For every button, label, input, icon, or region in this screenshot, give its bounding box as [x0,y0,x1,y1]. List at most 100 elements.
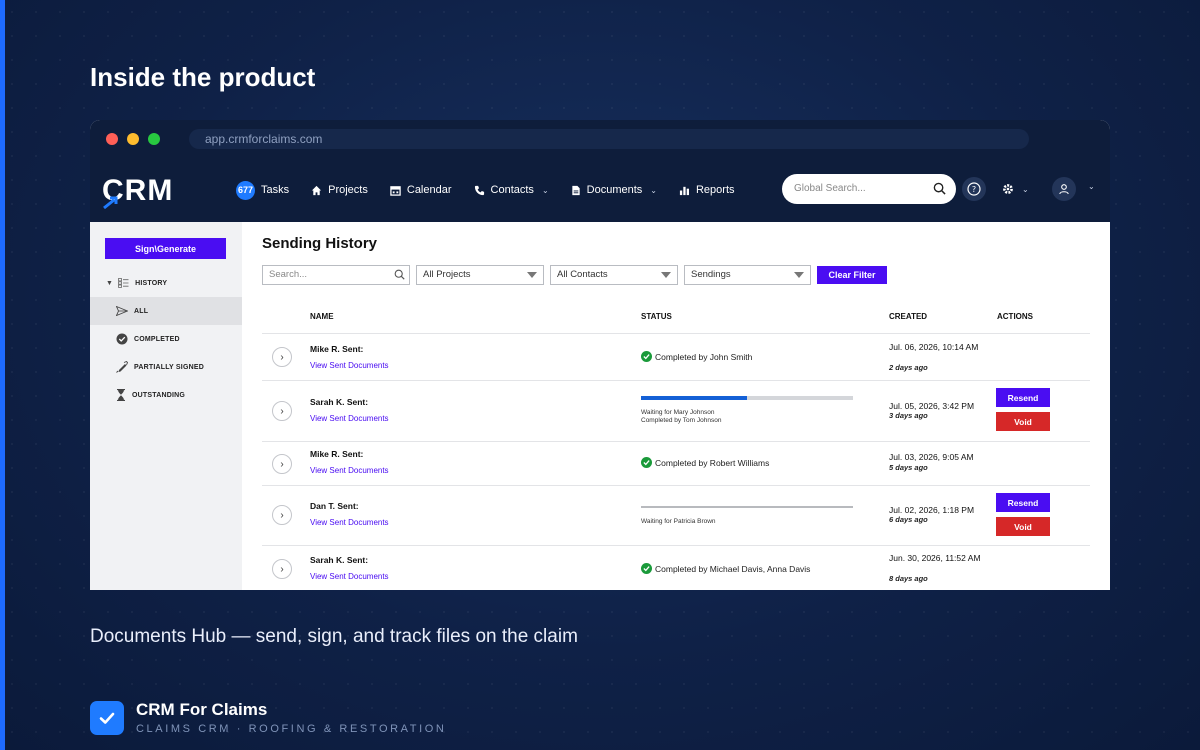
nav-projects-label: Projects [328,184,368,196]
column-header-status: STATUS [641,312,672,321]
maximize-window-button[interactable] [148,133,160,145]
row-status-text: Completed by Michael Davis, Anna Davis [655,563,811,574]
row-created-date: Jul. 03, 2026, 9:05 AM [889,452,974,462]
history-search-input[interactable]: Search... [262,265,410,285]
slide-headline: Inside the product [90,62,316,92]
row-created-date: Jun. 30, 2026, 11:52 AM [889,553,981,563]
sign-generate-button[interactable]: Sign\Generate [105,238,226,259]
global-search-input[interactable]: Global Search... [782,174,956,204]
nav-calendar[interactable]: Calendar [390,184,452,196]
search-icon[interactable] [933,182,946,195]
row-sender-name: Sarah K. Sent: [310,397,369,407]
void-button[interactable]: Void [996,517,1050,536]
nav-tasks[interactable]: 677 Tasks [236,180,290,200]
settings-menu[interactable]: ⌄ [1002,177,1029,201]
row-sender-name: Mike R. Sent: [310,449,364,459]
row-created-ago: 8 days ago [889,574,928,583]
column-header-created: CREATED [889,312,928,321]
user-icon [1059,184,1069,195]
sidebar-item-partially-signed[interactable]: PARTIALLY SIGNED [90,353,242,381]
row-status: Completed by Michael Davis, Anna Davis [641,563,810,574]
nav-documents-label: Documents [586,184,643,196]
sidebar-item-completed[interactable]: COMPLETED [90,325,242,353]
contacts-filter-select[interactable]: All Contacts [550,265,678,285]
document-icon [571,185,580,195]
table-row: › Sarah K. Sent: View Sent Documents Com… [262,545,1090,590]
table-row: › Dan T. Sent: View Sent Documents Waiti… [262,485,1090,545]
close-window-button[interactable] [106,133,118,145]
nav-calendar-label: Calendar [406,184,452,196]
resend-button[interactable]: Resend [996,388,1050,407]
void-button[interactable]: Void [996,412,1050,431]
row-sender-name: Mike R. Sent: [310,344,364,354]
row-created-date: Jul. 06, 2026, 10:14 AM [889,342,979,352]
signing-progress-fill [641,396,747,400]
row-expand-button[interactable]: › [272,401,292,421]
row-completed-by-text: Completed by Tom Johnson [641,417,722,424]
contacts-chevron-down-icon: ⌄ [541,185,549,195]
global-search-placeholder: Global Search... [794,183,866,194]
svg-text:?: ? [972,185,976,194]
nav-projects[interactable]: Projects [311,184,368,196]
row-expand-button[interactable]: › [272,559,292,579]
clear-filter-button[interactable]: Clear Filter [817,266,887,284]
crm-logo[interactable]: CRM [102,174,173,210]
type-filter-select[interactable]: Sendings [684,265,811,285]
nav-documents[interactable]: Documents ⌄ [571,184,657,196]
address-bar[interactable]: app.crmforclaims.com [189,129,1029,149]
user-chevron-down-icon: ⌄ [1088,182,1095,191]
column-header-actions: ACTIONS [997,312,1033,321]
sidebar-completed-label: COMPLETED [134,335,180,343]
row-expand-button[interactable]: › [272,454,292,474]
row-expand-button[interactable]: › [272,347,292,367]
chevron-right-icon: › [280,351,284,363]
sidebar-outstanding-label: OUTSTANDING [132,391,186,399]
sidebar-item-outstanding[interactable]: OUTSTANDING [90,381,242,409]
contacts-filter-value: All Contacts [557,269,608,280]
view-sent-documents-link[interactable]: View Sent Documents [310,572,389,581]
history-list-icon [118,278,129,288]
sidebar: Sign\Generate ▼ HISTORY ALL COMPLETED PA… [90,222,242,590]
user-menu-button[interactable] [1052,177,1076,201]
page-title: Sending History [262,235,378,252]
row-created-ago: 6 days ago [889,515,928,524]
sidebar-all-label: ALL [134,307,149,315]
nav-reports[interactable]: Reports [679,184,735,196]
tasks-count-badge: 677 [236,180,255,200]
chevron-right-icon: › [280,563,284,575]
chevron-right-icon: › [280,458,284,470]
brand-name: CRM For Claims [136,700,268,719]
contacts-dropdown-arrow-icon [661,272,671,278]
projects-filter-select[interactable]: All Projects [416,265,544,285]
phone-icon [474,185,484,195]
view-sent-documents-link[interactable]: View Sent Documents [310,414,389,423]
row-expand-button[interactable]: › [272,505,292,525]
minimize-window-button[interactable] [127,133,139,145]
table-row: › Mike R. Sent: View Sent Documents Comp… [262,333,1090,380]
gear-icon [1003,184,1013,194]
row-created-ago: 2 days ago [889,363,928,372]
view-sent-documents-link[interactable]: View Sent Documents [310,518,389,527]
chevron-right-icon: › [280,509,284,521]
main-panel: Sending History Search... All Projects A… [242,222,1110,590]
sidebar-item-all[interactable]: ALL [90,297,242,325]
resend-button[interactable]: Resend [996,493,1050,512]
logo-arrow-icon [103,196,118,210]
sidebar-item-history[interactable]: ▼ HISTORY [90,269,242,297]
nav-tasks-label: Tasks [261,184,290,196]
hourglass-icon [117,389,125,401]
help-button[interactable]: ? [962,177,986,201]
view-sent-documents-link[interactable]: View Sent Documents [310,361,389,370]
collapse-triangle-icon: ▼ [106,279,114,287]
documents-chevron-down-icon: ⌄ [650,185,657,195]
row-created-ago: 5 days ago [889,463,928,472]
row-status: Completed by John Smith [641,351,752,362]
view-sent-documents-link[interactable]: View Sent Documents [310,466,389,475]
help-icon: ? [967,182,981,196]
signing-progress-bar [641,506,853,508]
nav-reports-label: Reports [695,184,735,196]
type-dropdown-arrow-icon [794,272,804,278]
nav-contacts[interactable]: Contacts ⌄ [474,184,549,196]
row-created-date: Jul. 02, 2026, 1:18 PM [889,505,975,515]
row-sender-name: Sarah K. Sent: [310,555,369,565]
